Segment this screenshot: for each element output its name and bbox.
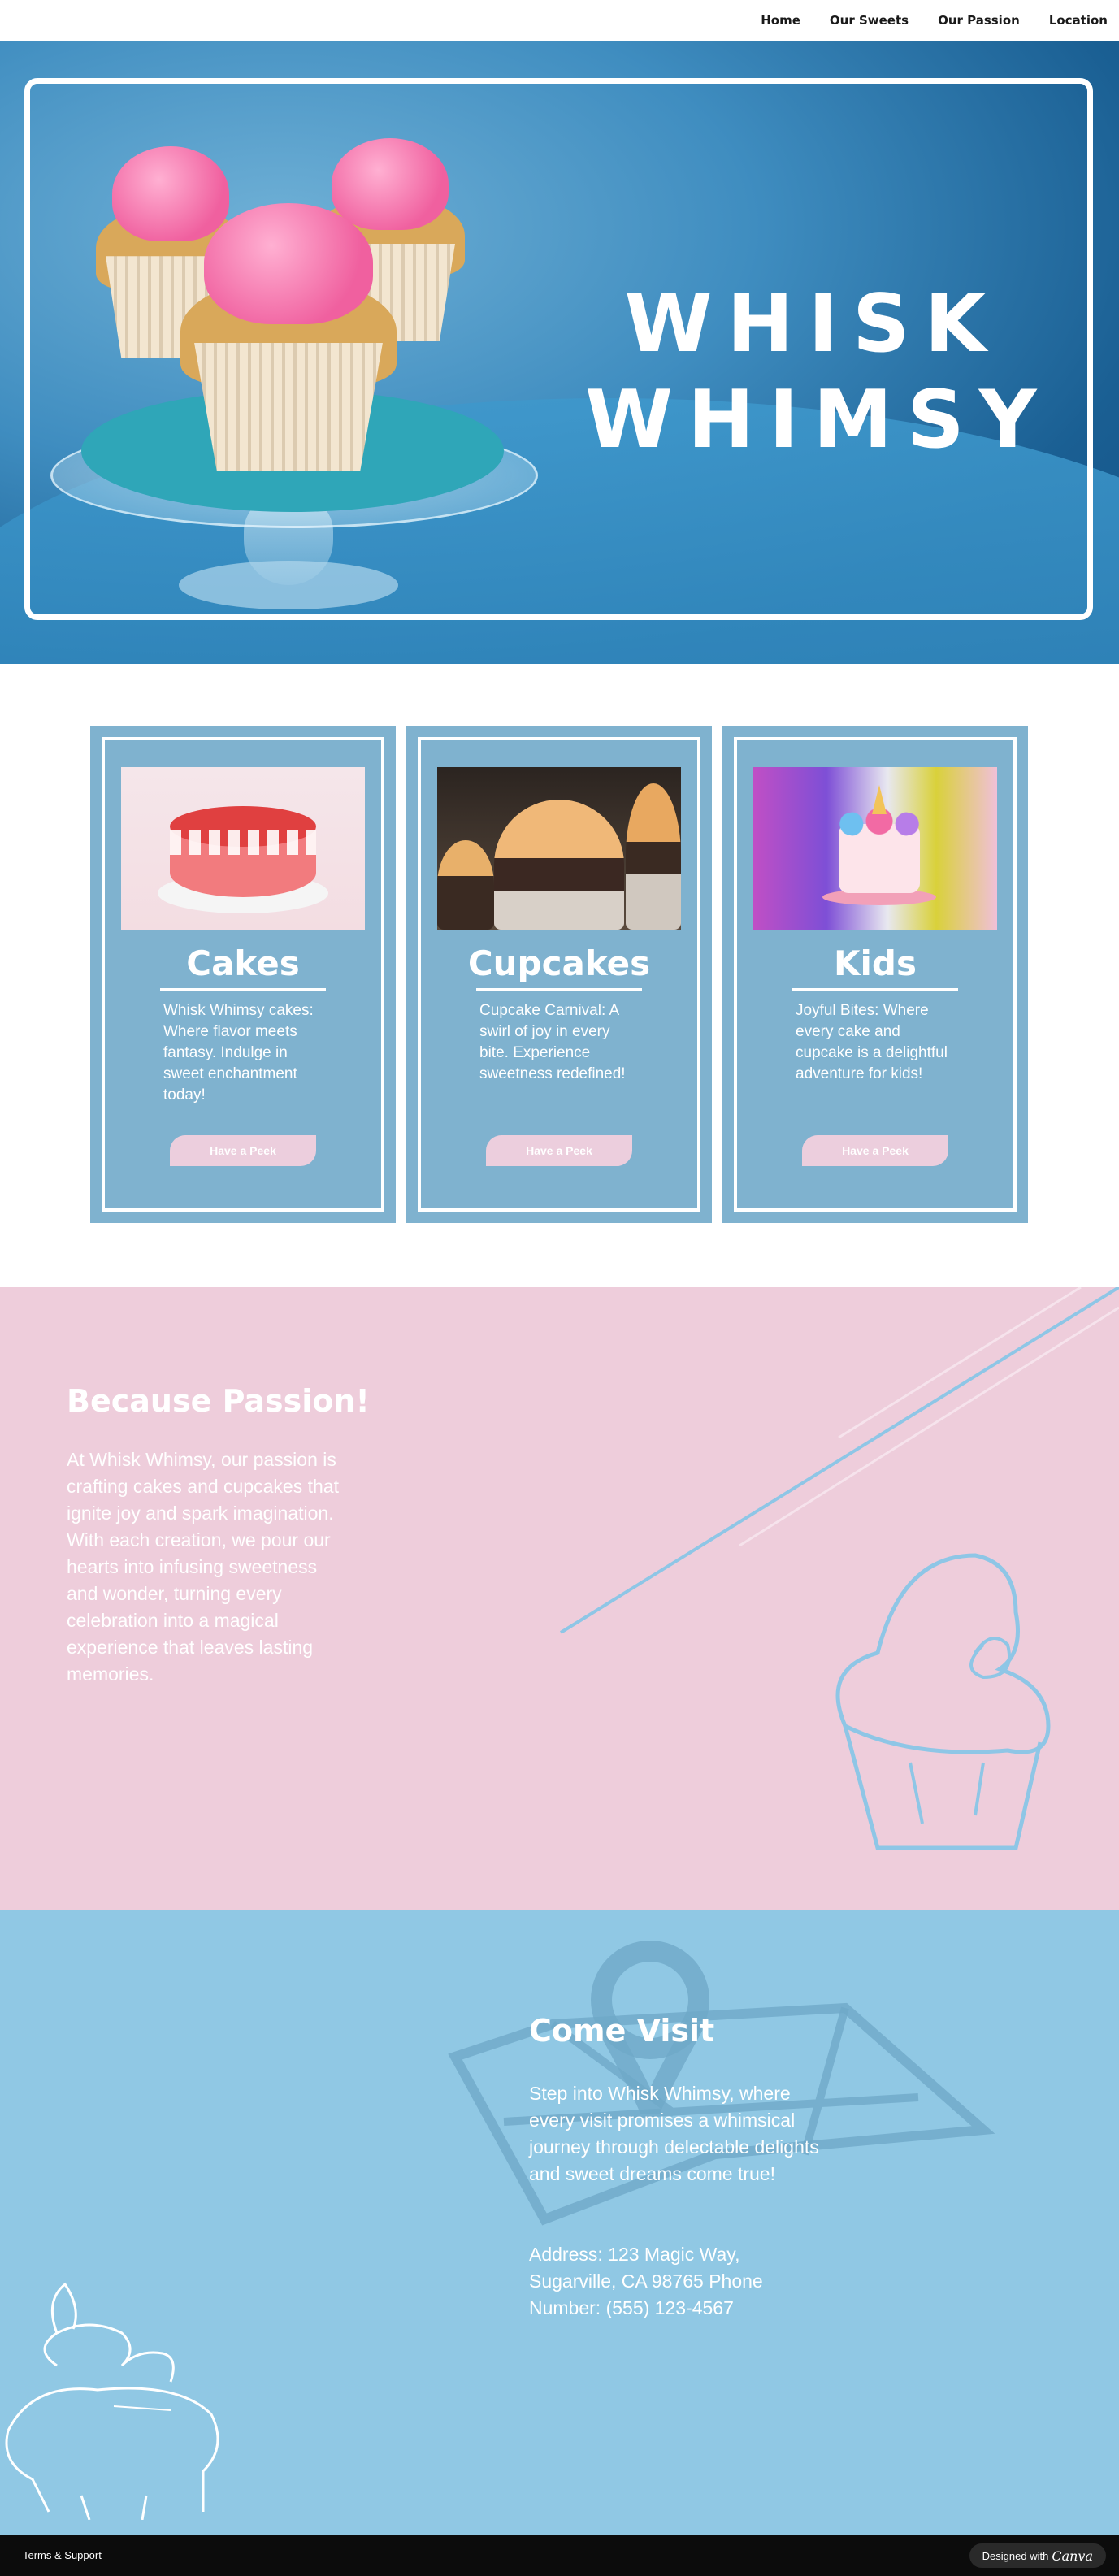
cake-photo (121, 767, 365, 930)
visit-section: Come Visit Step into Whisk Whimsy, where… (0, 1910, 1119, 2535)
have-a-peek-button[interactable]: Have a Peek (170, 1135, 316, 1166)
top-nav: Home Our Sweets Our Passion Location (0, 0, 1119, 41)
footer: Terms & Support Designed with Canva (0, 2535, 1119, 2576)
visit-address: Address: 123 Magic Way, Sugarville, CA 9… (529, 2244, 763, 2318)
nav-our-passion-link[interactable]: Our Passion (938, 13, 1020, 28)
card-description: Cupcake Carnival: A swirl of joy in ever… (479, 1002, 626, 1082)
visit-title: Come Visit (529, 2013, 715, 2049)
card-title: Cupcakes (467, 943, 651, 983)
cupcake-bunny-doodle-icon (5, 2282, 219, 2520)
unicorn-cake-photo (753, 767, 997, 930)
canva-logo-icon: Canva (1052, 2548, 1093, 2564)
card-divider (160, 988, 326, 991)
have-a-peek-button[interactable]: Have a Peek (486, 1135, 632, 1166)
card-cakes: Cakes Whisk Whimsy cakes: Where flavor m… (90, 726, 396, 1223)
card-title: Kids (833, 943, 917, 983)
sweets-section: Cakes Whisk Whimsy cakes: Where flavor m… (0, 664, 1119, 1287)
card-divider (792, 988, 958, 991)
visit-text: Step into Whisk Whimsy, where every visi… (529, 2083, 819, 2184)
cupcakes-photo (437, 767, 681, 930)
passion-text: At Whisk Whimsy, our passion is crafting… (67, 1449, 339, 1685)
passion-section: Because Passion! At Whisk Whimsy, our pa… (0, 1287, 1119, 1910)
designed-with-canva-badge[interactable]: Designed with Canva (969, 2543, 1106, 2568)
card-description: Joyful Bites: Where every cake and cupca… (796, 1002, 948, 1082)
have-a-peek-button[interactable]: Have a Peek (802, 1135, 948, 1166)
hero-title-line1: WHISK (624, 278, 1001, 371)
card-description: Whisk Whimsy cakes: Where flavor meets f… (163, 1002, 314, 1104)
passion-title: Because Passion! (67, 1383, 370, 1419)
nav-home-link[interactable]: Home (761, 13, 800, 28)
card-divider (476, 988, 642, 991)
hero-title-line2: WHIMSY (585, 374, 1052, 466)
nav-our-sweets-link[interactable]: Our Sweets (830, 13, 909, 28)
card-title: Cakes (186, 943, 300, 983)
terms-support-link[interactable]: Terms & Support (23, 2549, 102, 2561)
badge-prefix: Designed with (982, 2549, 1049, 2562)
card-cupcakes: Cupcakes Cupcake Carnival: A swirl of jo… (406, 726, 712, 1223)
hero-section: WHISK WHIMSY (0, 41, 1119, 664)
hero-title: WHISK WHIMSY (585, 276, 1040, 468)
nav-location-link[interactable]: Location (1049, 13, 1108, 28)
card-kids: Kids Joyful Bites: Where every cake and … (722, 726, 1028, 1223)
